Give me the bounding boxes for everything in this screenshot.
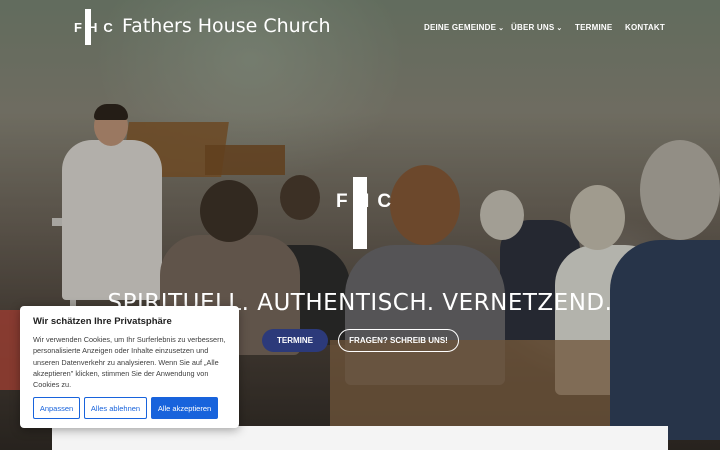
chevron-down-icon: ⌄ (498, 25, 505, 32)
nav-label: DEINE GEMEINDE (424, 23, 497, 32)
termine-button[interactable]: TERMINE (262, 329, 328, 352)
cookie-text: Wir verwenden Cookies, um Ihr Surferlebn… (33, 335, 226, 390)
content-panel (52, 426, 668, 450)
cookie-banner: Wir schätzen Ihre Privatsphäre Wir verwe… (20, 306, 239, 428)
nav-ueber-uns[interactable]: ÜBER UNS ⌄ (511, 23, 562, 32)
nav-label: ÜBER UNS (511, 23, 555, 32)
contact-button[interactable]: FRAGEN? SCHREIB UNS! (338, 329, 459, 352)
customize-button[interactable]: Anpassen (33, 397, 80, 419)
nav-termine[interactable]: TERMINE (575, 23, 612, 32)
chevron-down-icon: ⌄ (556, 25, 563, 32)
hero-logo-text: FHC (336, 191, 400, 212)
logo-text: FHC (74, 20, 119, 35)
cookie-buttons: Anpassen Alles ablehnen Alle akzeptieren (33, 397, 218, 419)
accept-all-button[interactable]: Alle akzeptieren (151, 397, 218, 419)
site-title[interactable]: Fathers House Church (122, 15, 331, 37)
nav-kontakt[interactable]: KONTAKT (625, 23, 665, 32)
nav-label: TERMINE (575, 23, 613, 32)
nav-deine-gemeinde[interactable]: DEINE GEMEINDE ⌄ (424, 23, 504, 32)
logo[interactable]: FHC (74, 9, 113, 45)
hero-logo: FHC (336, 177, 391, 249)
cookie-title: Wir schätzen Ihre Privatsphäre (33, 316, 172, 327)
nav-label: KONTAKT (625, 23, 665, 32)
reject-all-button[interactable]: Alles ablehnen (84, 397, 147, 419)
cross-icon (353, 177, 367, 249)
